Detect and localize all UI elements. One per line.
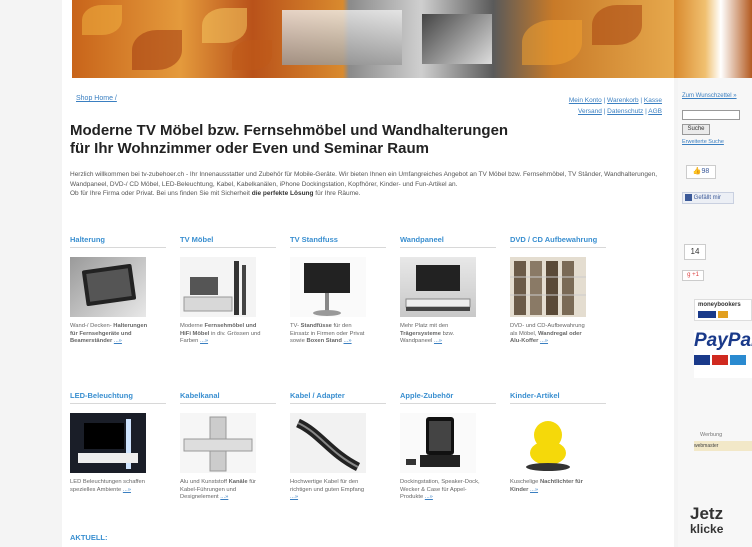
more-link[interactable]: ...» (220, 494, 228, 500)
cart-link[interactable]: Warenkorb (607, 97, 639, 104)
category-title[interactable]: Wandpaneel (400, 224, 496, 248)
category-apple[interactable]: Apple-Zubehör Dockingstation, Speaker-Do… (400, 380, 496, 502)
category-title[interactable]: Kabelkanal (180, 380, 276, 404)
category-image-night-light[interactable] (510, 413, 586, 473)
shipping-link[interactable]: Versand (578, 108, 602, 115)
category-image-cable[interactable] (290, 413, 366, 473)
moneybookers-logo: moneybookers (694, 299, 752, 321)
category-kinder[interactable]: Kinder-Artikel Kuschelige Nachtlichter f… (510, 380, 606, 494)
category-halterung[interactable]: Halterung Wand-/ Decken- Halterungen für… (70, 224, 166, 346)
search-input[interactable] (682, 110, 740, 120)
more-link[interactable]: ...» (200, 338, 208, 344)
category-led[interactable]: LED-Beleuchtung LED Beleuchtungen schaff… (70, 380, 166, 494)
mastercard-icon (712, 355, 728, 365)
news-heading: AKTUELL: (70, 533, 108, 542)
header-banner (72, 0, 674, 78)
facebook-icon (685, 193, 692, 201)
category-image-cable-duct[interactable] (180, 413, 256, 473)
more-link[interactable]: ...» (530, 487, 538, 493)
category-kabelkanal[interactable]: Kabelkanal Alu und Kunststoff Kanäle für… (180, 380, 276, 502)
ad-banner[interactable]: Jetz klicke (690, 505, 723, 536)
category-title[interactable]: TV Standfuss (290, 224, 386, 248)
category-image-tv-furniture[interactable] (180, 257, 256, 317)
like-counter[interactable]: 👍98 (686, 165, 716, 179)
wishlist-link[interactable]: Zum Wunschzettel » (682, 93, 737, 99)
more-link[interactable]: ...» (290, 494, 298, 500)
category-title[interactable]: TV Möbel (180, 224, 276, 248)
category-description: Moderne Fernsehmöbel und HiFi Möbel in d… (180, 323, 261, 345)
mastercard-icon (717, 310, 728, 318)
category-tv-moebel[interactable]: TV Möbel Moderne Fernsehmöbel und HiFi M… (180, 224, 276, 346)
more-link[interactable]: ...» (425, 494, 433, 500)
more-link[interactable]: ...» (344, 338, 352, 344)
visa-card-icon (694, 355, 710, 365)
category-description: Kuschelige Nachtlichter für Kinder ...» (510, 479, 583, 493)
terms-link[interactable]: AGB (648, 108, 662, 115)
category-description: DVD- und CD-Aufbewahrung als Möbel, Wand… (510, 323, 585, 345)
privacy-link[interactable]: Datenschutz (607, 108, 643, 115)
category-description: Dockingstation, Speaker-Dock, Wecker & C… (400, 479, 480, 501)
category-description: LED Beleuchtungen schaffen spezielles Am… (70, 479, 145, 493)
more-link[interactable]: ...» (540, 338, 548, 344)
category-image-tv-stand[interactable] (290, 257, 366, 317)
advanced-search-link[interactable]: Erweiterte Suche (682, 139, 724, 145)
category-description: TV- Standfüsse für den Einsatz in Firmen… (290, 323, 365, 345)
intro-text: Herzlich willkommen bei tv-zubehoer.ch -… (70, 171, 657, 197)
category-description: Mehr Platz mit den Trägersysteme bzw. Wa… (400, 323, 455, 345)
category-title[interactable]: Kinder-Artikel (510, 380, 606, 404)
more-link[interactable]: ...» (434, 338, 442, 344)
webmaster-ad[interactable]: webmaster (694, 441, 752, 451)
category-image-dvd-shelf[interactable] (510, 257, 586, 317)
category-description: Alu und Kunststoff Kanäle für Kabel-Führ… (180, 479, 256, 501)
top-navigation: Mein Konto | Warenkorb | Kasse Versand |… (568, 97, 662, 115)
category-description: Hochwertige Kabel für den richtigen und … (290, 479, 365, 501)
category-description: Wand-/ Decken- Halterungen für Fernsehge… (70, 323, 148, 345)
category-tv-standfuss[interactable]: TV Standfuss TV- Standfüsse für den Eins… (290, 224, 386, 346)
google-plus-button[interactable]: g +1 (682, 270, 704, 281)
category-title[interactable]: Apple-Zubehör (400, 380, 496, 404)
card-icon (730, 355, 746, 365)
search-button[interactable]: Suche (682, 124, 710, 135)
page-title: Moderne TV Möbel bzw. Fernsehmöbel und W… (70, 122, 509, 157)
google-plus-icon: g (687, 272, 691, 278)
facebook-like-button[interactable]: Gefällt mir (682, 192, 734, 204)
header-banner-right (674, 0, 752, 78)
visa-card-icon (698, 310, 716, 318)
paypal-logo: PayPal (694, 330, 752, 378)
category-kabel-adapter[interactable]: Kabel / Adapter Hochwertige Kabel für de… (290, 380, 386, 502)
checkout-link[interactable]: Kasse (644, 97, 662, 104)
category-image-wall-mount[interactable] (70, 257, 146, 317)
category-image-led[interactable] (70, 413, 146, 473)
category-title[interactable]: Kabel / Adapter (290, 380, 386, 404)
breadcrumb[interactable]: Shop Home / (76, 95, 117, 102)
category-title[interactable]: LED-Beleuchtung (70, 380, 166, 404)
more-link[interactable]: ...» (123, 487, 131, 493)
more-link[interactable]: ...» (114, 338, 122, 344)
share-count: 14 (684, 244, 706, 260)
category-dvd-cd[interactable]: DVD / CD Aufbewahrung DVD- und CD-Aufbew… (510, 224, 606, 346)
ad-label: Werbung (700, 432, 723, 438)
category-title[interactable]: Halterung (70, 224, 166, 248)
category-image-dock[interactable] (400, 413, 476, 473)
category-wandpaneel[interactable]: Wandpaneel Mehr Platz mit den Trägersyst… (400, 224, 496, 346)
category-title[interactable]: DVD / CD Aufbewahrung (510, 224, 606, 248)
category-image-wall-panel[interactable] (400, 257, 476, 317)
my-account-link[interactable]: Mein Konto (569, 97, 602, 104)
